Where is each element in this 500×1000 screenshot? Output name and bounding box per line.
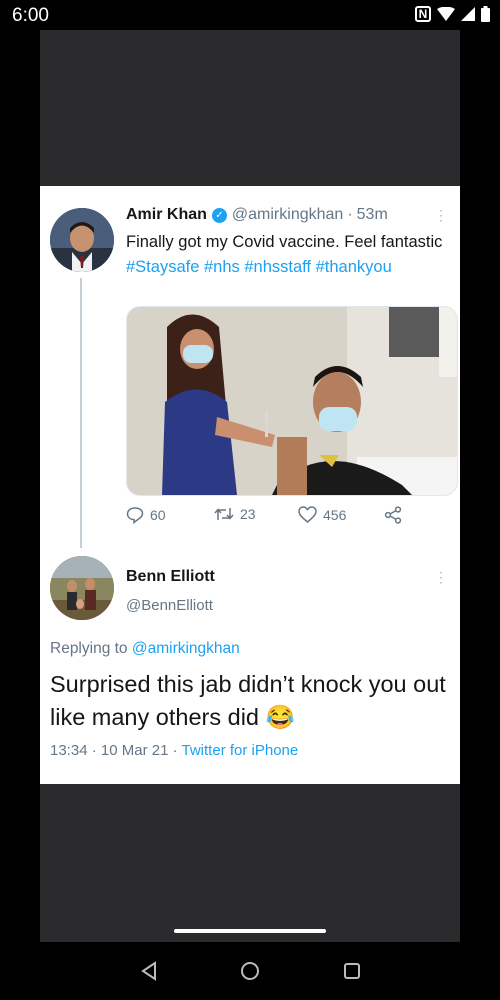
reply-count: 60 (150, 507, 166, 523)
reply-body: Surprised this jab didn’t knock you out … (50, 671, 446, 730)
home-button[interactable] (237, 958, 263, 984)
hashtag-thankyou[interactable]: #thankyou (316, 258, 392, 276)
tweet-text: Finally got my Covid vaccine. Feel fanta… (126, 230, 446, 280)
reply-author-name[interactable]: Benn Elliott (126, 568, 215, 586)
wifi-icon (437, 7, 455, 21)
avatar-amir-image (50, 208, 114, 272)
laughing-emoji: 😂 (265, 704, 295, 730)
meta-separator: · (91, 742, 97, 759)
more-icon[interactable]: ⋮ (434, 570, 448, 584)
tweet-header: Amir Khan ✓ @amirkingkhan · 53m (126, 206, 388, 224)
hashtag-nhsstaff[interactable]: #nhsstaff (244, 258, 311, 276)
separator: · (347, 206, 353, 223)
verified-icon: ✓ (211, 207, 227, 223)
like-icon (298, 506, 317, 523)
replying-handle[interactable]: @amirkingkhan (132, 640, 240, 657)
like-count: 456 (323, 506, 347, 523)
hashtag-nhs[interactable]: #nhs (204, 258, 240, 276)
reply-action[interactable]: 60 (126, 506, 166, 524)
share-action[interactable] (384, 506, 402, 524)
retweet-icon (214, 508, 234, 520)
reply-text: Surprised this jab didn’t knock you out … (50, 668, 455, 734)
signal-icon (461, 7, 475, 21)
home-icon (241, 962, 259, 980)
recents-icon (344, 963, 360, 979)
back-button[interactable] (136, 958, 162, 984)
meta-separator: · (172, 742, 178, 759)
status-icons: N (415, 6, 490, 22)
battery-icon (481, 6, 490, 22)
tweet-age: 53m (356, 206, 388, 223)
navigation-bar (0, 942, 500, 1000)
tweet-body: Finally got my Covid vaccine. Feel fanta… (126, 233, 443, 251)
tweet-card: Amir Khan ✓ @amirkingkhan · 53m ⋮ Finall… (40, 186, 460, 784)
author-handle[interactable]: @amirkingkhan (232, 206, 343, 224)
replying-prefix: Replying to (50, 640, 128, 657)
retweet-action[interactable]: 23 (214, 506, 256, 522)
thread-line (80, 278, 82, 548)
replying-to: Replying to @amirkingkhan (50, 640, 240, 658)
reply-author-handle[interactable]: @BennElliott (126, 597, 213, 614)
back-icon (141, 961, 156, 981)
avatar[interactable] (50, 556, 114, 620)
avatar[interactable] (50, 208, 114, 272)
more-icon[interactable]: ⋮ (434, 208, 448, 222)
reply-source[interactable]: Twitter for iPhone (182, 742, 299, 759)
tweet-actions: 60 23 456 (126, 506, 456, 530)
tweet-photo[interactable] (126, 306, 458, 496)
recents-button[interactable] (339, 958, 365, 984)
home-indicator[interactable] (174, 929, 326, 933)
avatar-benn-image (50, 556, 114, 620)
status-bar: 6:00 N (0, 0, 500, 30)
like-action[interactable]: 456 (298, 506, 346, 523)
hashtag-staysafe[interactable]: #Staysafe (126, 258, 199, 276)
retweet-count: 23 (240, 506, 256, 522)
reply-meta: 13:34 · 10 Mar 21 · Twitter for iPhone (50, 742, 298, 759)
vaccination-photo (127, 307, 457, 495)
nfc-icon: N (415, 6, 431, 22)
author-name[interactable]: Amir Khan (126, 206, 207, 224)
status-time: 6:00 (12, 5, 49, 26)
reply-icon (126, 507, 144, 524)
reply-date: 10 Mar 21 (100, 742, 169, 759)
reply-time: 13:34 (50, 742, 88, 759)
share-icon (384, 506, 402, 524)
